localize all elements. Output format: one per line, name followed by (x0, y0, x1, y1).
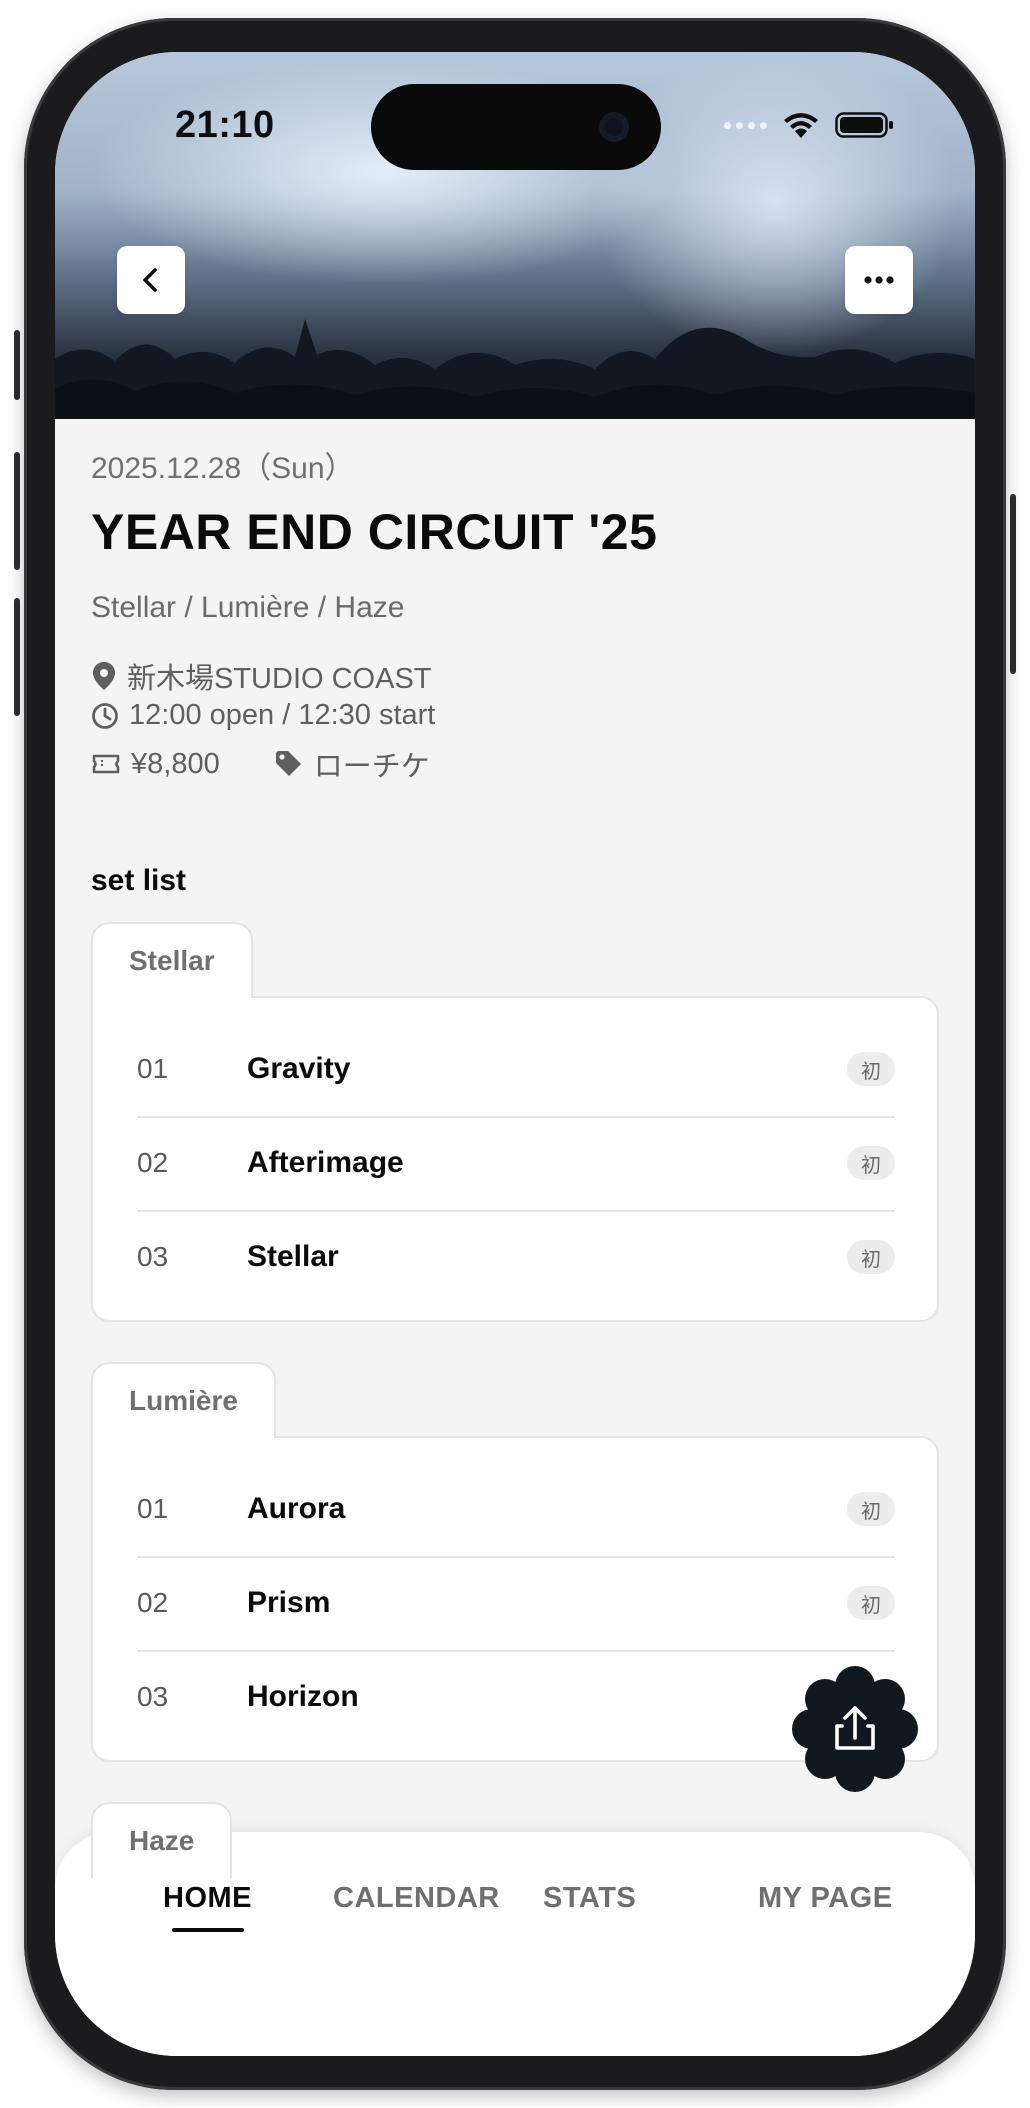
chevron-left-icon (143, 268, 157, 292)
song-row[interactable]: 02 Afterimage 初 (137, 1116, 895, 1212)
artist-tab[interactable]: Stellar (91, 922, 253, 998)
app-screen: 21:10 2025.12.28（Sun） YEAR END CIRCUIT '… (55, 52, 975, 2056)
setlist-group: Stellar 01 Gravity 初 02 Afterimage 初 03 … (91, 922, 939, 1322)
tab-my-page[interactable]: MY PAGE (758, 1882, 893, 1915)
more-options-button[interactable] (845, 246, 913, 314)
song-title: Afterimage (247, 1146, 404, 1179)
battery-icon (835, 112, 893, 138)
song-title: Stellar (247, 1240, 339, 1273)
event-date: 2025.12.28（Sun） (91, 452, 355, 485)
song-row[interactable]: 01 Gravity 初 (137, 1022, 895, 1118)
phone-power-button (1010, 494, 1016, 674)
status-time: 21:10 (175, 104, 275, 146)
clock-icon (92, 702, 118, 729)
location-pin-icon (93, 662, 115, 690)
first-time-badge: 初 (847, 1240, 895, 1274)
phone-mute-switch (14, 330, 20, 400)
venue-row: 新木場STUDIO COAST (91, 655, 432, 697)
first-time-badge: 初 (847, 1586, 895, 1620)
song-row[interactable]: 02 Prism 初 (137, 1556, 895, 1652)
song-title: Aurora (247, 1492, 346, 1525)
song-title: Prism (247, 1586, 331, 1619)
song-number: 02 (137, 1147, 169, 1178)
song-number: 03 (137, 1681, 169, 1712)
phone-volume-down (14, 598, 20, 716)
time-text: 12:00 open / 12:30 start (129, 699, 436, 731)
phone-volume-up (14, 452, 20, 570)
ellipsis-icon (864, 276, 894, 284)
event-artists: Stellar / Lumière / Haze (91, 591, 405, 624)
first-time-badge: 初 (847, 1492, 895, 1526)
price-text: ¥8,800 (131, 747, 220, 780)
song-title: Horizon (247, 1680, 359, 1713)
back-button[interactable] (117, 246, 185, 314)
first-time-badge: 初 (847, 1052, 895, 1086)
artist-tab[interactable]: Haze (91, 1802, 233, 1878)
song-row[interactable]: 01 Aurora 初 (137, 1462, 895, 1558)
ticket-icon (92, 754, 120, 774)
song-row[interactable]: 03 Horizon 初 (137, 1650, 895, 1744)
tab-stats[interactable]: STATS (543, 1882, 636, 1915)
tab-home[interactable]: HOME (163, 1882, 252, 1915)
song-number: 01 (137, 1053, 169, 1084)
status-bar: 21:10 (55, 52, 975, 170)
time-row: 12:00 open / 12:30 start (91, 699, 435, 732)
active-tab-indicator (172, 1928, 244, 1932)
wifi-icon (784, 113, 818, 138)
song-row[interactable]: 03 Stellar 初 (137, 1210, 895, 1304)
song-number: 03 (137, 1241, 169, 1272)
tab-calendar[interactable]: CALENDAR (333, 1882, 500, 1915)
signal-icon (724, 121, 767, 129)
setlist-heading: set list (91, 864, 187, 897)
song-number: 01 (137, 1493, 169, 1524)
ticket-type-text: ローチケ (313, 751, 430, 783)
price-row: ¥8,800 ローチケ (91, 743, 430, 785)
crowd-silhouette (55, 319, 975, 419)
event-title: YEAR END CIRCUIT '25 (91, 504, 658, 560)
share-button[interactable] (790, 1664, 920, 1794)
setlist-card: 01 Gravity 初 02 Afterimage 初 03 Stellar … (91, 996, 939, 1322)
tag-icon (275, 751, 301, 776)
camera-icon (599, 112, 629, 142)
song-number: 02 (137, 1587, 169, 1618)
status-icons (724, 110, 895, 140)
venue-text: 新木場STUDIO COAST (127, 663, 432, 695)
artist-tab[interactable]: Lumière (91, 1362, 276, 1438)
dynamic-island (371, 84, 661, 170)
song-title: Gravity (247, 1052, 351, 1085)
first-time-badge: 初 (847, 1146, 895, 1180)
share-button-shape (792, 1666, 918, 1792)
